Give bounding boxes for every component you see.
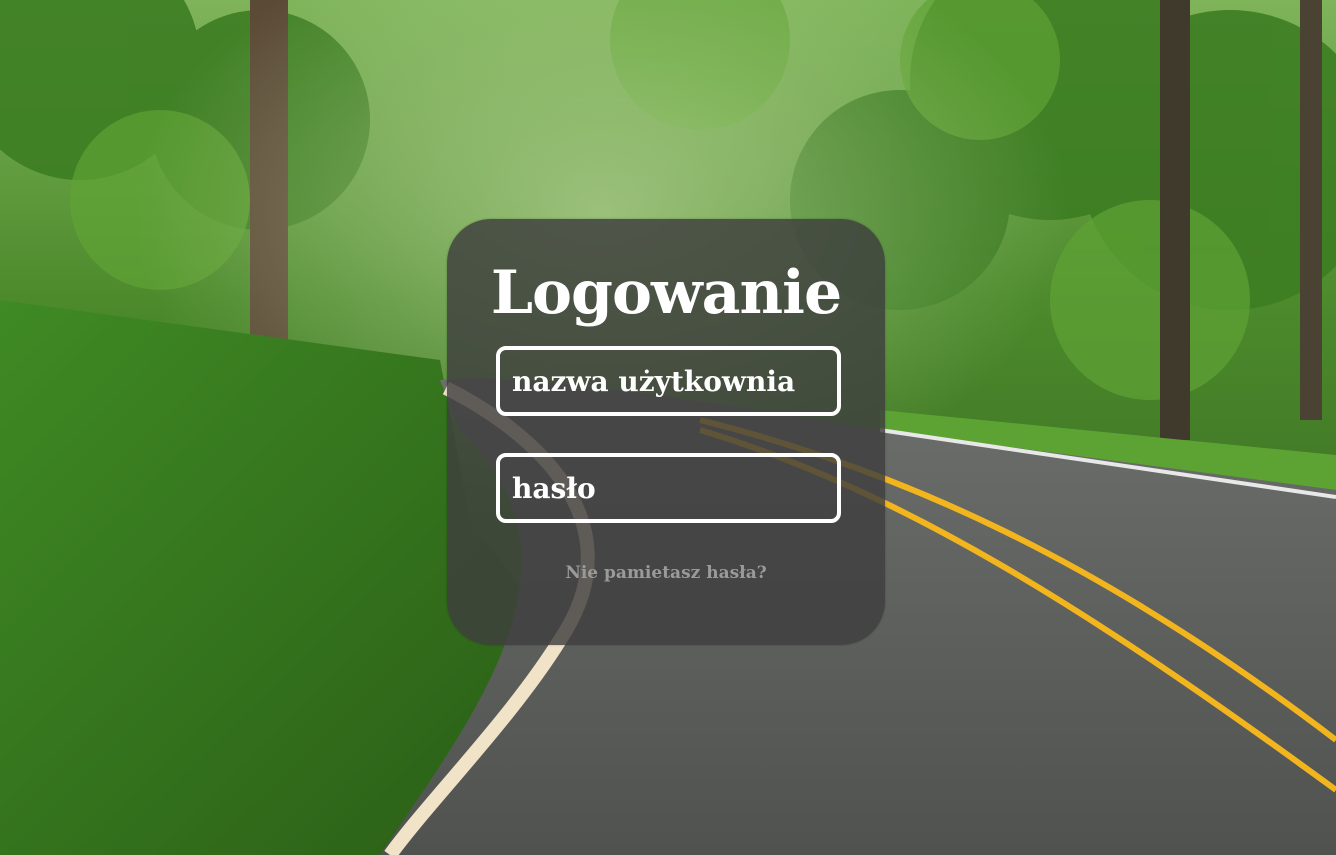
username-input[interactable] [512,364,837,398]
login-title: Logowanie [490,258,842,328]
username-field[interactable] [496,346,841,416]
password-input[interactable] [512,471,837,505]
password-field[interactable] [496,453,841,523]
forgot-password-link[interactable]: Nie pamietasz hasła? [447,563,885,583]
login-panel: Logowanie Nie pamietasz hasła? [447,219,885,645]
